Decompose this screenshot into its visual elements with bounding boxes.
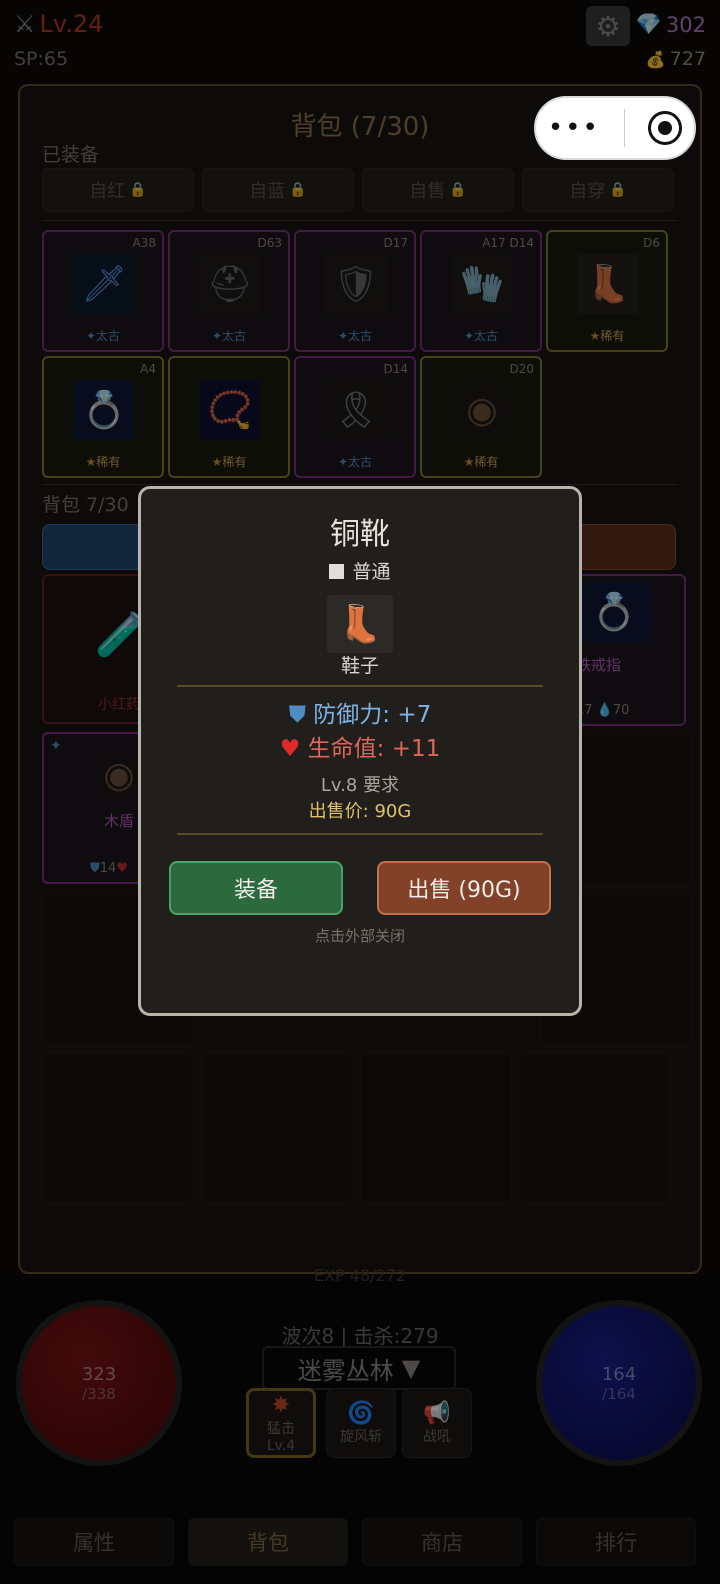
heart-icon: ♥ (279, 736, 301, 762)
shield-icon: ⛊ (288, 702, 306, 728)
defense-stat: ⛊ 防御力: +7 (141, 695, 579, 729)
square-icon (329, 564, 345, 579)
rarity-text: 普通 (352, 561, 391, 583)
item-rarity: 普通 (141, 557, 579, 584)
hp-text: 生命值: +11 (307, 736, 441, 762)
divider (177, 685, 543, 687)
item-title: 铜靴 (330, 517, 390, 552)
item-detail-modal: 铜靴 普通 👢 鞋子 ⛊ 防御力: +7 ♥ 生命值: +11 Lv.8 要求 … (138, 486, 582, 1016)
defense-text: 防御力: +7 (313, 702, 432, 728)
boots-icon: 👢 (327, 595, 393, 653)
capsule-divider (623, 109, 625, 147)
miniprogram-capsule: ••• (534, 96, 696, 160)
sell-price: 出售价: 90G (308, 801, 412, 822)
more-icon[interactable]: ••• (548, 113, 600, 143)
equip-button[interactable]: 装备 (169, 861, 343, 915)
close-hint: 点击外部关闭 (314, 927, 405, 945)
game-screen: ⚔ Lv.24 SP:65 ⚙ 💎 302 💰 727 背包 (7/30) X … (0, 0, 720, 1584)
hp-stat: ♥ 生命值: +11 (141, 729, 579, 763)
level-requirement: Lv.8 要求 (320, 775, 400, 796)
close-miniprogram-icon[interactable] (648, 111, 683, 145)
item-type: 鞋子 (340, 655, 379, 677)
divider (177, 833, 543, 835)
sell-button[interactable]: 出售 (90G) (377, 861, 551, 915)
